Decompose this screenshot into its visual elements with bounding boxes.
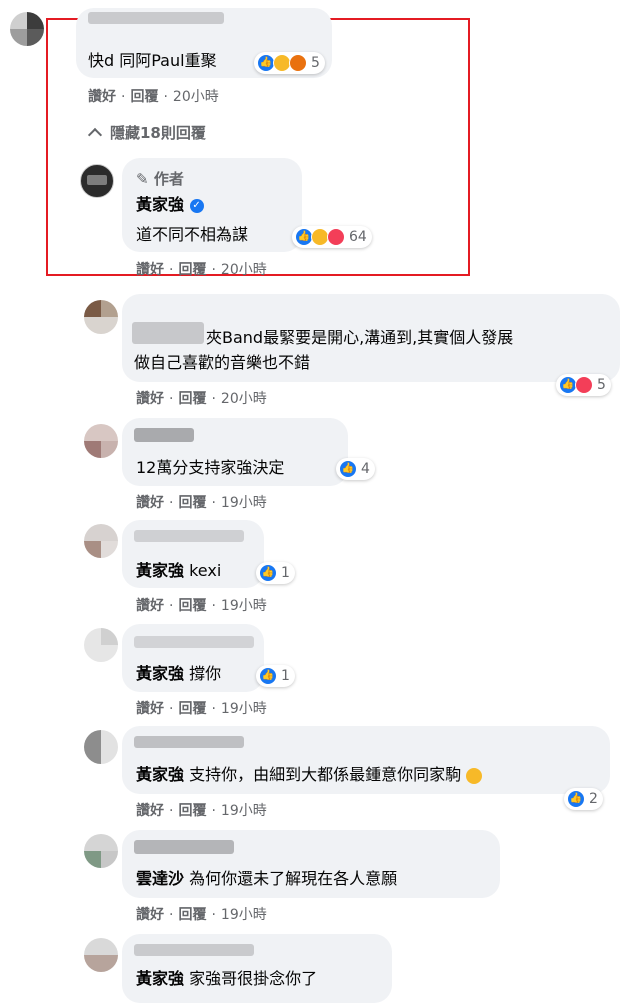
reaction-summary[interactable]: 👍 4: [336, 458, 375, 480]
reaction-summary[interactable]: 👍 5: [556, 374, 611, 396]
reply-link[interactable]: 回覆: [178, 803, 206, 819]
comment-text: 快d 同阿Paul重聚: [88, 51, 217, 70]
mention-link[interactable]: 黃家強: [136, 969, 184, 988]
timestamp[interactable]: 20小時: [173, 89, 219, 105]
commenter-name[interactable]: [132, 322, 204, 344]
reply-link[interactable]: 回覆: [178, 262, 206, 278]
author-avatar[interactable]: [80, 164, 114, 198]
reply-link[interactable]: 回覆: [178, 907, 206, 923]
avatar[interactable]: [84, 628, 118, 662]
commenter-name[interactable]: [134, 636, 254, 648]
comment-actions: 讚好 · 回覆 · 19小時: [136, 803, 267, 819]
author-name[interactable]: 黃家強 ✓: [136, 195, 204, 215]
comment-actions: 讚好 · 回覆 · 20小時: [88, 89, 219, 105]
commenter-name[interactable]: [134, 736, 244, 748]
reaction-summary[interactable]: 👍 1: [256, 562, 295, 584]
reaction-summary[interactable]: 👍 1: [256, 665, 295, 687]
reply-link[interactable]: 回覆: [178, 495, 206, 511]
verified-icon: ✓: [189, 198, 204, 213]
comment-text-line2: 做自己喜歡的音樂也不錯: [134, 353, 311, 372]
comment-text: 黃家強 kexi: [136, 561, 222, 580]
timestamp[interactable]: 19小時: [221, 598, 267, 614]
comment-text: 黃家強 支持你，由細到大都係最鍾意你同家駒: [136, 765, 483, 785]
mention-link[interactable]: 黃家強: [136, 664, 184, 683]
reply-text: 道不同不相為謀: [136, 225, 249, 244]
hide-replies-link[interactable]: 隱藏18則回覆: [87, 122, 206, 143]
timestamp[interactable]: 20小時: [221, 391, 267, 407]
comment-actions: 讚好 · 回覆 · 19小時: [136, 598, 267, 614]
commenter-name[interactable]: [134, 428, 194, 442]
like-link[interactable]: 讚好: [136, 907, 164, 923]
mention-link[interactable]: 黃家強: [136, 561, 184, 580]
commenter-name[interactable]: [134, 840, 234, 854]
author-badge: ✎ 作者: [136, 170, 184, 188]
avatar[interactable]: [84, 424, 118, 458]
pencil-icon: ✎: [136, 170, 149, 188]
comment-text: 黃家強 撐你: [136, 664, 222, 683]
commenter-name[interactable]: [88, 12, 224, 24]
avatar[interactable]: [84, 834, 118, 868]
like-link[interactable]: 讚好: [136, 262, 164, 278]
avatar[interactable]: [84, 938, 118, 972]
comment-actions: 讚好 · 回覆 · 20小時: [136, 391, 267, 407]
like-icon: 👍: [339, 460, 357, 478]
reply-link[interactable]: 回覆: [178, 701, 206, 717]
like-link[interactable]: 讚好: [136, 701, 164, 717]
mention-link[interactable]: 雲達沙: [136, 869, 184, 888]
reaction-summary[interactable]: 👍 64: [292, 226, 372, 248]
avatar[interactable]: [10, 12, 44, 46]
reply-link[interactable]: 回覆: [178, 391, 206, 407]
like-icon: 👍: [567, 790, 585, 808]
like-link[interactable]: 讚好: [136, 495, 164, 511]
mention-link[interactable]: 黃家強: [136, 765, 184, 784]
love-icon: [575, 376, 593, 394]
timestamp[interactable]: 19小時: [221, 701, 267, 717]
like-link[interactable]: 讚好: [136, 803, 164, 819]
like-icon: 👍: [259, 564, 277, 582]
like-icon: 👍: [259, 667, 277, 685]
commenter-name[interactable]: [134, 530, 244, 542]
comment-text: 12萬分支持家強決定: [136, 458, 285, 477]
timestamp[interactable]: 19小時: [221, 907, 267, 923]
avatar[interactable]: [84, 730, 118, 764]
reaction-summary[interactable]: 👍 5: [254, 52, 325, 74]
commenter-name[interactable]: [134, 944, 254, 956]
avatar[interactable]: [84, 300, 118, 334]
reply-link[interactable]: 回覆: [130, 89, 158, 105]
avatar[interactable]: [84, 524, 118, 558]
comment-text: 夾Band最緊要是開心,溝通到,其實個人發展: [206, 328, 514, 347]
comment-text: 黃家強 家強哥很掛念你了: [136, 969, 318, 988]
love-icon: [327, 228, 345, 246]
like-link[interactable]: 讚好: [136, 391, 164, 407]
timestamp[interactable]: 19小時: [221, 495, 267, 511]
emoji-icon: [466, 767, 483, 784]
timestamp[interactable]: 19小時: [221, 803, 267, 819]
comment-actions: 讚好 · 回覆 · 19小時: [136, 495, 267, 511]
chevron-up-icon: [87, 127, 103, 143]
comment-actions: 讚好 · 回覆 · 19小時: [136, 907, 267, 923]
angry-icon: [289, 54, 307, 72]
comment-text: 雲達沙 為何你還未了解現在各人意願: [136, 869, 398, 888]
comment-actions: 讚好 · 回覆 · 20小時: [136, 262, 267, 278]
like-link[interactable]: 讚好: [136, 598, 164, 614]
reaction-summary[interactable]: 👍 2: [564, 788, 603, 810]
timestamp[interactable]: 20小時: [221, 262, 267, 278]
reply-link[interactable]: 回覆: [178, 598, 206, 614]
comment-actions: 讚好 · 回覆 · 19小時: [136, 701, 267, 717]
like-link[interactable]: 讚好: [88, 89, 116, 105]
